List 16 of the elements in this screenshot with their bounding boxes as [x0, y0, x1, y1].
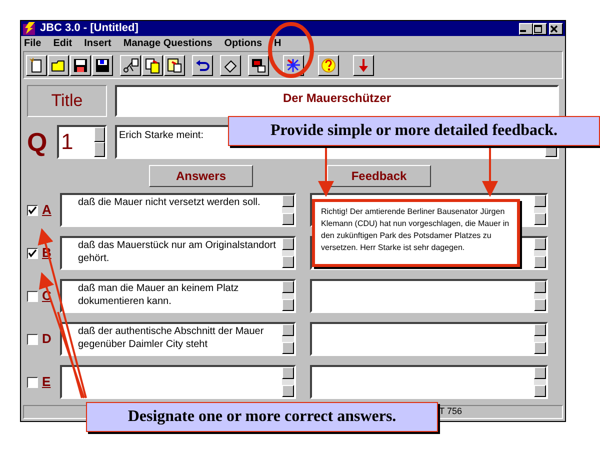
window-title: JBC 3.0 - [Untitled]	[40, 21, 140, 36]
question-number: 1	[60, 128, 74, 156]
field-text: daß die Mauer nicht versetzt werden soll.	[77, 196, 262, 210]
field-text: daß der authentische Abschnitt der Mauer gegenüber Daimler City steht	[77, 325, 265, 352]
callout-tooltip: Provide simple or more detailed feedback.	[228, 116, 600, 146]
answer-letter: D	[42, 330, 52, 348]
callout-tooltip: Designate one or more correct answers.	[86, 402, 438, 432]
answer-letter: E	[42, 373, 52, 392]
answer-letter: A	[42, 201, 52, 220]
title-label: Title	[27, 85, 107, 117]
feedback-popup: Richtig! Der amtierende Berliner Bausenator Jürgen Klemann (CDU) hat nun vorgeschlagen, die Mauer in den zukünftigen Park des Potsdamer Platzes zu versetzen. Herr Starke ist sehr dagegen.	[312, 199, 520, 267]
question-label: Q	[27, 126, 48, 159]
field-text: daß man die Mauer an keinem Platz dokumentieren kann.	[77, 282, 240, 309]
question-text: Erich Starke meint:	[118, 129, 204, 143]
status-text: T 756	[439, 405, 462, 418]
field-text: daß das Mauerstück nur am Originalstandort gehört.	[77, 239, 277, 266]
